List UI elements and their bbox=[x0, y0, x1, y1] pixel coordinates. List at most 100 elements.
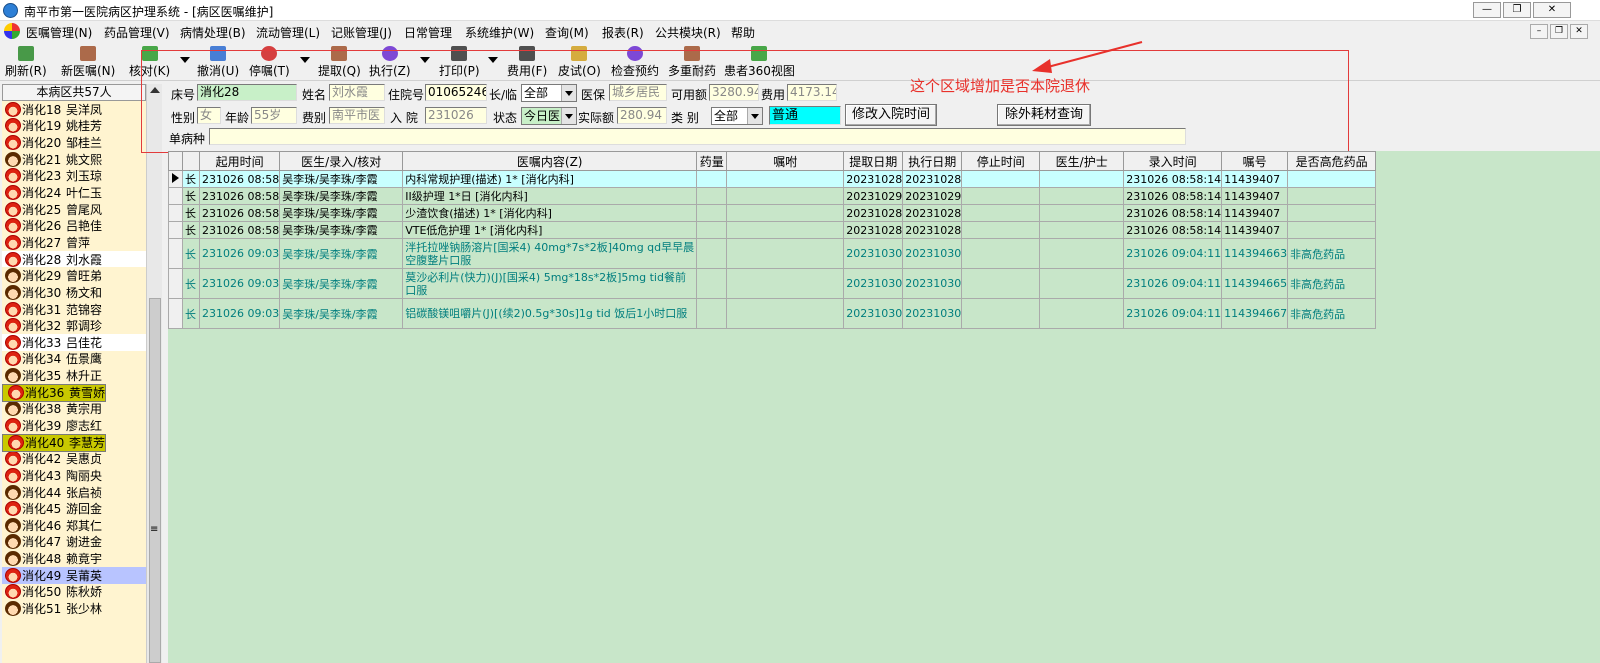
menu-item-4[interactable]: 记账管理(J) bbox=[331, 24, 392, 41]
actual-field[interactable]: 280.94 bbox=[617, 107, 667, 124]
column-header[interactable]: 是否高危药品 bbox=[1287, 151, 1377, 171]
fee-type-field[interactable]: 南平市医 bbox=[329, 107, 385, 124]
column-header[interactable]: 嘱号 bbox=[1221, 151, 1289, 171]
column-header[interactable]: 医嘱内容(Z) bbox=[402, 151, 698, 171]
level-field[interactable]: 普通 bbox=[769, 106, 841, 125]
mdi-close-button[interactable]: ✕ bbox=[1570, 24, 1588, 39]
toolbar-button-9[interactable]: 皮试(O) bbox=[558, 43, 601, 81]
menu-item-7[interactable]: 查询(M) bbox=[545, 24, 589, 41]
bed-field[interactable]: 消化28 bbox=[197, 84, 297, 101]
row-indicator[interactable] bbox=[168, 238, 183, 269]
name-field[interactable]: 刘水霞 bbox=[329, 84, 385, 101]
toolbar-button-6[interactable]: 执行(Z) bbox=[369, 43, 411, 81]
patient-list-item[interactable]: 消化36 黄雪娇 bbox=[2, 383, 107, 402]
category-select[interactable]: 全部 bbox=[711, 107, 763, 125]
patient-list-item[interactable]: 消化31 范锦容 bbox=[2, 301, 146, 318]
patient-list-item[interactable]: 消化45 游回金 bbox=[2, 500, 146, 517]
toolbar-button-0[interactable]: 刷新(R) bbox=[5, 43, 47, 81]
column-header[interactable]: 药量 bbox=[696, 151, 728, 171]
dropdown-arrow-icon[interactable] bbox=[300, 57, 310, 63]
column-header[interactable]: 执行日期 bbox=[902, 151, 963, 171]
restore-button[interactable]: ❐ bbox=[1503, 2, 1531, 18]
patient-list-item[interactable]: 消化18 吴洋凤 bbox=[2, 101, 146, 118]
patient-list-item[interactable]: 消化50 陈秋娇 bbox=[2, 584, 146, 601]
patient-list-item[interactable]: 消化21 姚文熙 bbox=[2, 151, 146, 168]
toolbar-button-7[interactable]: 打印(P) bbox=[439, 43, 480, 81]
exclude-consumables-query-button[interactable]: 除外耗材查询 bbox=[997, 104, 1091, 126]
patient-list-item[interactable]: 消化27 曾萍 bbox=[2, 234, 146, 251]
patient-list-item[interactable]: 消化49 吴莆英 bbox=[2, 566, 146, 584]
minimize-button[interactable]: — bbox=[1473, 2, 1501, 18]
patient-list-item[interactable]: 消化42 吴惠贞 bbox=[2, 450, 146, 467]
toolbar-button-1[interactable]: 新医嘱(N) bbox=[61, 43, 115, 81]
table-row[interactable]: 长 231026 08:58 吴李珠/吴李珠/李霞 II级护理 1*日 [消化内科] 2… bbox=[168, 187, 1377, 205]
disease-field[interactable] bbox=[209, 128, 1186, 145]
column-header[interactable]: 医生/录入/核对 bbox=[279, 151, 404, 171]
menu-item-1[interactable]: 药品管理(V) bbox=[104, 24, 170, 41]
toolbar-button-3[interactable]: 撤消(U) bbox=[197, 43, 239, 81]
patient-list-item[interactable]: 消化43 陶丽央 bbox=[2, 467, 146, 484]
patient-list-item[interactable]: 消化33 吕佳花 bbox=[2, 333, 146, 351]
patient-list-item[interactable]: 消化29 曾旺弟 bbox=[2, 267, 146, 284]
patient-list-scrollbar[interactable]: ≡ bbox=[146, 84, 162, 663]
column-header[interactable] bbox=[168, 151, 183, 171]
insurance-field[interactable]: 城乡居民 bbox=[609, 84, 667, 101]
inpatient-no-field[interactable]: 01065246 bbox=[425, 84, 487, 101]
menu-item-8[interactable]: 报表(R) bbox=[602, 24, 644, 41]
column-header[interactable]: 嘱咐 bbox=[726, 151, 845, 171]
toolbar-button-2[interactable]: 核对(K) bbox=[129, 43, 170, 81]
column-header[interactable]: 录入时间 bbox=[1123, 151, 1223, 171]
age-field[interactable]: 55岁 bbox=[251, 107, 297, 124]
table-row[interactable]: 长 231026 09:03 吴李珠/吴李珠/李霞 莫沙必利片(快力)(J)[国采4)… bbox=[168, 268, 1377, 299]
scroll-thumb[interactable] bbox=[149, 298, 161, 663]
menu-item-5[interactable]: 日常管理 bbox=[404, 24, 452, 41]
menu-item-0[interactable]: 医嘱管理(N) bbox=[26, 24, 92, 41]
patient-list-item[interactable]: 消化34 伍景鹰 bbox=[2, 351, 146, 368]
admit-field[interactable]: 231026 bbox=[425, 107, 487, 124]
column-header[interactable]: 医生/护士 bbox=[1039, 151, 1125, 171]
sex-field[interactable]: 女 bbox=[197, 107, 221, 124]
scroll-up-icon[interactable] bbox=[150, 87, 160, 93]
patient-list-item[interactable]: 消化23 刘玉琼 bbox=[2, 168, 146, 185]
patient-list-item[interactable]: 消化20 邹桂兰 bbox=[2, 134, 146, 151]
menu-item-9[interactable]: 公共模块(R) bbox=[655, 24, 721, 41]
row-indicator[interactable] bbox=[168, 187, 183, 205]
row-indicator[interactable] bbox=[168, 268, 183, 299]
close-button[interactable]: ✕ bbox=[1533, 2, 1571, 18]
table-row[interactable]: 长 231026 09:03 吴李珠/吴李珠/李霞 铝碳酸镁咀嚼片(J)[(续2)0.… bbox=[168, 298, 1377, 329]
toolbar-button-11[interactable]: 多重耐药 bbox=[668, 43, 716, 81]
row-indicator[interactable] bbox=[168, 221, 183, 239]
menu-item-10[interactable]: 帮助 bbox=[731, 24, 755, 41]
table-row[interactable]: 长 231026 08:58 吴李珠/吴李珠/李霞 内科常规护理(描述) 1* [消化… bbox=[168, 170, 1377, 188]
toolbar-button-4[interactable]: 停嘱(T) bbox=[249, 43, 290, 81]
patient-list-item[interactable]: 消化35 林升正 bbox=[2, 367, 146, 384]
patient-list-item[interactable]: 消化46 郑其仁 bbox=[2, 517, 146, 534]
long-temp-select[interactable]: 全部 bbox=[521, 84, 577, 102]
row-indicator[interactable] bbox=[168, 204, 183, 222]
patient-list-item[interactable]: 消化44 张启祯 bbox=[2, 484, 146, 501]
column-header[interactable]: 起用时间 bbox=[198, 151, 281, 171]
menu-item-2[interactable]: 病情处理(B) bbox=[180, 24, 246, 41]
toolbar-button-10[interactable]: 检查预约 bbox=[611, 43, 659, 81]
chevron-down-icon[interactable] bbox=[561, 108, 576, 124]
patient-list-item[interactable]: 消化19 姚桂芳 bbox=[2, 118, 146, 135]
toolbar-button-8[interactable]: 费用(F) bbox=[507, 43, 547, 81]
table-row[interactable]: 长 231026 09:03 吴李珠/吴李珠/李霞 泮托拉唑钠肠溶片[国采4) 40m… bbox=[168, 238, 1377, 269]
modify-admit-time-button[interactable]: 修改入院时间 bbox=[845, 104, 937, 126]
toolbar-button-5[interactable]: 提取(Q) bbox=[318, 43, 361, 81]
column-header[interactable]: 提取日期 bbox=[843, 151, 904, 171]
dropdown-arrow-icon[interactable] bbox=[488, 57, 498, 63]
available-field[interactable]: 3280.94 bbox=[709, 84, 759, 101]
patient-list-item[interactable]: 消化32 郭调珍 bbox=[2, 317, 146, 334]
patient-list-item[interactable]: 消化39 廖志红 bbox=[2, 417, 146, 434]
dropdown-arrow-icon[interactable] bbox=[420, 57, 430, 63]
patient-list-item[interactable]: 消化24 叶仁玉 bbox=[2, 184, 146, 201]
status-select[interactable]: 今日医 bbox=[521, 107, 577, 125]
patient-list-item[interactable]: 消化26 吕艳佳 bbox=[2, 217, 146, 234]
row-indicator[interactable] bbox=[168, 298, 183, 329]
table-row[interactable]: 长 231026 08:58 吴李珠/吴李珠/李霞 少渣饮食(描述) 1* [消化内科… bbox=[168, 204, 1377, 222]
column-header[interactable]: 停止时间 bbox=[961, 151, 1041, 171]
patient-list-item[interactable]: 消化30 杨文和 bbox=[2, 284, 146, 301]
patient-list-item[interactable]: 消化48 赖竟宇 bbox=[2, 550, 146, 567]
patient-list-item[interactable]: 消化28 刘水霞 bbox=[2, 250, 146, 268]
